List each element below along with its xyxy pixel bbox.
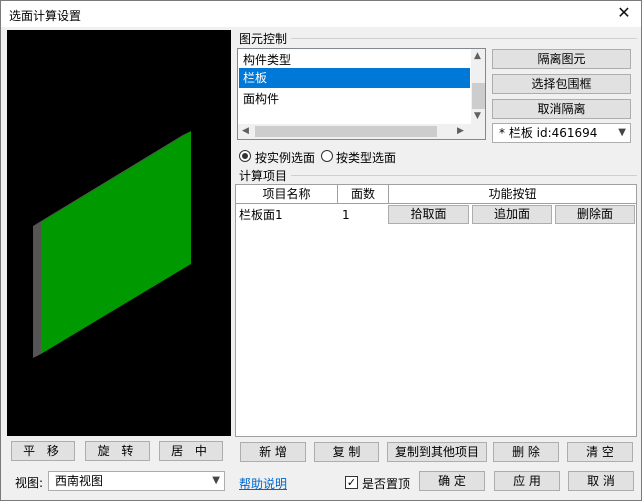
title-bar: 选面计算设置 ✕ xyxy=(1,1,641,27)
help-link[interactable]: 帮助说明 xyxy=(239,475,287,492)
element-select-value: * 栏板 id:461694 xyxy=(499,126,598,140)
append-face-button[interactable]: 追加面 xyxy=(472,205,552,224)
scroll-down-icon[interactable]: ▼ xyxy=(474,111,481,121)
stay-on-top-checkbox[interactable]: ✓ xyxy=(345,476,358,489)
vertical-scroll-thumb[interactable] xyxy=(472,83,485,109)
column-header-name: 项目名称 xyxy=(236,185,338,204)
view-select-value: 西南视图 xyxy=(55,474,104,488)
stay-on-top-label[interactable]: 是否置顶 xyxy=(362,475,410,492)
calc-items-table: 项目名称 面数 功能按钮 栏板面1 1 拾取面 追加面 删除面 xyxy=(235,184,637,437)
select-bounding-box-button[interactable]: 选择包围框 xyxy=(492,74,631,94)
calc-items-divider xyxy=(291,175,637,176)
check-icon: ✓ xyxy=(346,476,357,489)
viewport-canvas xyxy=(33,131,191,358)
view-label: 视图: xyxy=(15,476,44,490)
scroll-up-icon[interactable]: ▲ xyxy=(474,51,481,61)
cancel-isolate-button[interactable]: 取消隔离 xyxy=(492,99,631,119)
pick-face-button[interactable]: 拾取面 xyxy=(388,205,469,224)
element-control-divider xyxy=(291,38,637,39)
item-name-cell[interactable]: 栏板面1 xyxy=(237,204,337,226)
copy-to-other-button[interactable]: 复制到其他项目 xyxy=(387,442,487,462)
delete-face-button[interactable]: 删除面 xyxy=(555,205,635,224)
element-type-listbox[interactable]: 构件类型 栏板 面构件 ▲ ▼ ◀ ▶ xyxy=(237,48,486,140)
view-select-dropdown[interactable]: 西南视图 ▼ xyxy=(48,471,225,491)
chevron-down-icon[interactable]: ▼ xyxy=(618,124,626,142)
radio-by-type-label[interactable]: 按类型选面 xyxy=(336,149,396,166)
horizontal-scroll-thumb[interactable] xyxy=(255,126,437,137)
table-row[interactable]: 栏板面1 1 拾取面 追加面 删除面 xyxy=(236,204,636,226)
radio-by-type[interactable] xyxy=(321,150,333,162)
list-item[interactable]: 构件类型 xyxy=(239,50,470,70)
element-control-label: 图元控制 xyxy=(239,32,288,46)
panel-face xyxy=(41,131,191,354)
column-header-faces: 面数 xyxy=(338,185,389,204)
cancel-button[interactable]: 取 消 xyxy=(568,471,634,491)
horizontal-scrollbar[interactable]: ◀ ▶ xyxy=(238,124,471,139)
vertical-scrollbar[interactable]: ▲ ▼ xyxy=(471,49,485,139)
face-count-cell: 1 xyxy=(342,208,350,222)
rotate-button[interactable]: 旋 转 xyxy=(85,441,150,461)
isolate-element-button[interactable]: 隔离图元 xyxy=(492,49,631,69)
scroll-right-icon[interactable]: ▶ xyxy=(457,126,464,136)
panel-edge-side xyxy=(33,222,41,358)
apply-button[interactable]: 应 用 xyxy=(494,471,560,491)
scroll-left-icon[interactable]: ◀ xyxy=(242,126,249,136)
window-title: 选面计算设置 xyxy=(9,9,82,23)
delete-item-button[interactable]: 删 除 xyxy=(493,442,559,462)
column-header-actions: 功能按钮 xyxy=(389,185,636,204)
close-icon[interactable]: ✕ xyxy=(613,3,635,23)
list-item[interactable]: 面构件 xyxy=(239,89,470,109)
radio-by-instance[interactable] xyxy=(239,150,251,162)
pan-button[interactable]: 平 移 xyxy=(11,441,75,461)
element-select-dropdown[interactable]: * 栏板 id:461694 ▼ xyxy=(492,123,631,143)
chevron-down-icon[interactable]: ▼ xyxy=(212,472,220,490)
radio-selected-dot xyxy=(242,153,248,159)
center-button[interactable]: 居 中 xyxy=(159,441,223,461)
radio-by-instance-label[interactable]: 按实例选面 xyxy=(255,149,315,166)
calc-items-label: 计算项目 xyxy=(239,169,288,183)
dialog-window: 选面计算设置 ✕ 图元控制 构件类型 栏板 面构件 ▲ ▼ ◀ ▶ 隔离图元 选… xyxy=(0,0,642,501)
ok-button[interactable]: 确 定 xyxy=(419,471,485,491)
clear-items-button[interactable]: 清 空 xyxy=(567,442,633,462)
add-item-button[interactable]: 新 增 xyxy=(240,442,306,462)
list-item[interactable]: 栏板 xyxy=(239,68,470,88)
3d-viewport[interactable] xyxy=(7,30,231,436)
copy-item-button[interactable]: 复 制 xyxy=(314,442,379,462)
